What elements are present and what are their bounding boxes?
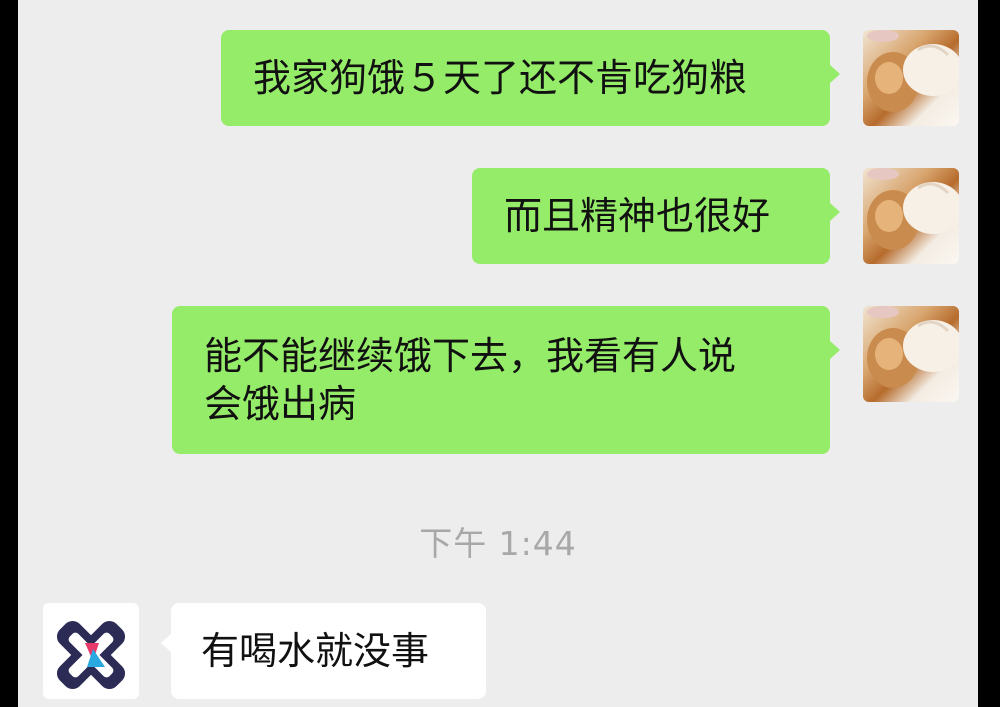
- outgoing-message-bubble[interactable]: 能不能继续饿下去，我看有人说 会饿出病: [172, 306, 840, 454]
- medical-cross-logo-icon: [56, 620, 126, 690]
- user-avatar[interactable]: [863, 30, 959, 126]
- message-text: 我家狗饿５天了还不肯吃狗粮: [253, 56, 748, 100]
- message-text-line: 会饿出病: [204, 382, 357, 426]
- dog-photo-icon: [867, 30, 959, 112]
- outgoing-message-bubble[interactable]: 我家狗饿５天了还不肯吃狗粮: [221, 30, 840, 126]
- contact-avatar[interactable]: [43, 603, 139, 699]
- user-avatar[interactable]: [863, 306, 959, 402]
- message-timestamp: 下午 1:44: [419, 524, 577, 563]
- user-avatar[interactable]: [863, 168, 959, 264]
- chat-window: 我家狗饿５天了还不肯吃狗粮 而且精神也很好 能不能继续饿下去，我看有人说 会饿出…: [18, 0, 978, 707]
- dog-photo-icon: [867, 306, 959, 388]
- incoming-message-bubble[interactable]: 有喝水就没事: [161, 603, 486, 699]
- message-text-line: 能不能继续饿下去，我看有人说: [204, 334, 737, 378]
- message-text: 有喝水就没事: [201, 629, 430, 673]
- dog-photo-icon: [867, 168, 959, 250]
- message-text: 而且精神也很好: [504, 194, 771, 238]
- outgoing-message-bubble[interactable]: 而且精神也很好: [472, 168, 840, 264]
